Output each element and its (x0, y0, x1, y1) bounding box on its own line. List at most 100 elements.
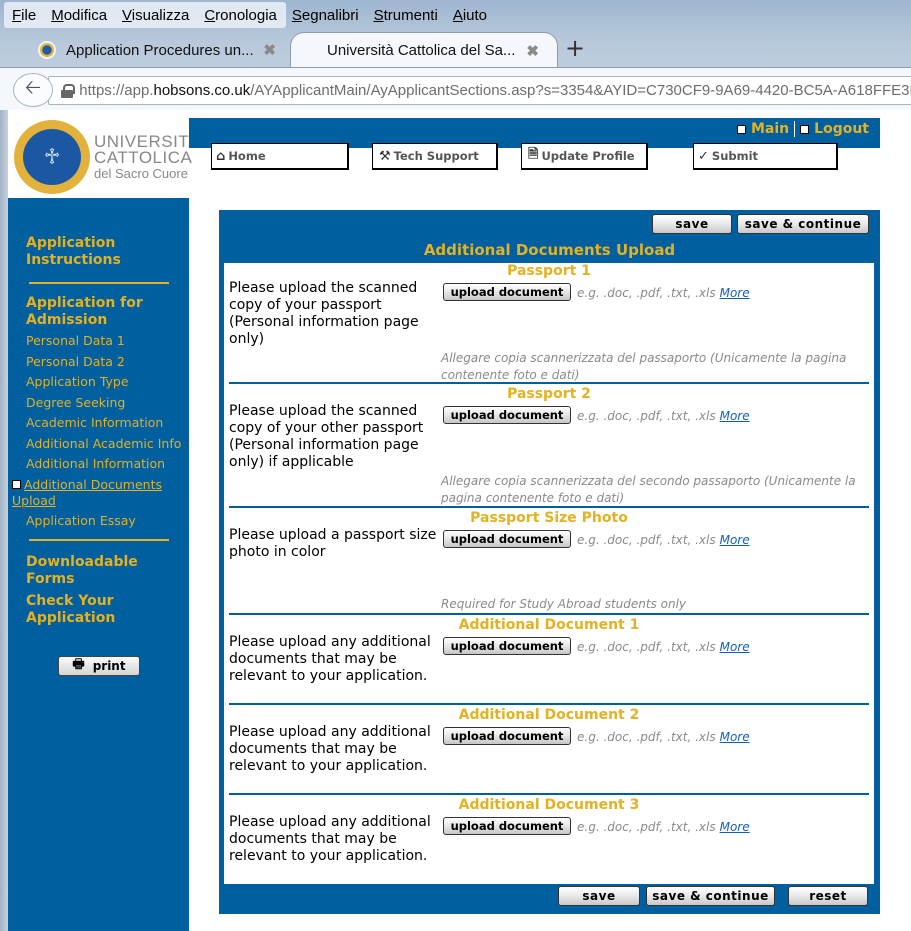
sidebar-item-academic-information[interactable]: Academic Information (26, 415, 163, 431)
current-page-bullet-icon (12, 480, 21, 489)
tab-strip: Application Procedures un... ✖ Universit… (0, 30, 911, 68)
more-link[interactable]: More (720, 286, 750, 300)
sidebar-application-instructions[interactable]: Application Instructions (26, 235, 176, 269)
upload-document-button[interactable]: upload document (443, 637, 571, 655)
sidebar-item-personal-data-1[interactable]: Personal Data 1 (26, 333, 125, 349)
upload-document-button[interactable]: upload document (443, 406, 571, 424)
home-icon: ⌂ (216, 148, 226, 164)
section-passport-1: Passport 1 Please upload the scanned cop… (229, 263, 869, 384)
top-save-button[interactable]: save (652, 214, 732, 234)
tech-support-button[interactable]: ⚒ Tech Support (372, 143, 498, 170)
sidebar-item-application-essay[interactable]: Application Essay (26, 513, 136, 529)
browser-chrome: File Modifica Visualizza Cronologia Segn… (0, 0, 911, 110)
home-button[interactable]: ⌂ Home (211, 143, 349, 170)
sidebar-item-additional-documents-upload[interactable]: Additional Documents Upload (12, 477, 187, 509)
bottom-save-continue-button[interactable]: save & continue (646, 886, 775, 906)
section-description: Please upload any additional documents t… (229, 814, 431, 864)
sidebar-item-additional-information[interactable]: Additional Information (26, 456, 165, 472)
upload-document-button[interactable]: upload document (443, 817, 571, 835)
printer-icon: 🖶 (72, 657, 85, 672)
tab-application-procedures[interactable]: Application Procedures un... ✖ (30, 32, 292, 68)
window-edge (0, 110, 8, 931)
reset-button[interactable]: reset (788, 886, 868, 906)
section-title: Passport Size Photo (470, 510, 628, 526)
more-link[interactable]: More (720, 730, 750, 744)
back-button[interactable]: 🡠 (13, 73, 53, 107)
url-bar[interactable]: https://app. hobsons.co.uk/AYApplicantMai… (48, 76, 911, 105)
document-icon: 🗎 (528, 147, 539, 162)
upload-document-button[interactable]: upload document (443, 283, 571, 301)
formats-text: e.g. .doc, .pdf, .txt, .xls (577, 409, 716, 423)
menu-visualizza[interactable]: Visualizza (122, 7, 189, 24)
section-title: Additional Document 1 (458, 617, 640, 633)
home-label: Home (228, 149, 266, 163)
logo-line-3: del Sacro Cuore (94, 166, 188, 181)
sidebar-item-degree-seeking[interactable]: Degree Seeking (26, 395, 125, 411)
main-bullet-icon (737, 124, 746, 134)
tab-universita-cattolica[interactable]: Università Cattolica del Sa... ✖ (290, 32, 558, 68)
formats-text: e.g. .doc, .pdf, .txt, .xls (577, 730, 716, 744)
section-additional-document-1: Additional Document 1 Please upload any … (229, 617, 869, 705)
page: ♱ UNIVERSITÀ CATTOLICA del Sacro Cuore A… (0, 110, 911, 931)
file-formats-hint: e.g. .doc, .pdf, .txt, .xls More (577, 730, 750, 744)
upload-document-button[interactable]: upload document (443, 530, 571, 548)
sidebar-current-label: Additional Documents Upload (12, 477, 162, 508)
more-link[interactable]: More (720, 409, 750, 423)
file-formats-hint: e.g. .doc, .pdf, .txt, .xls More (577, 533, 750, 547)
logo-text: UNIVERSITÀ CATTOLICA del Sacro Cuore (94, 133, 201, 182)
more-link[interactable]: More (720, 533, 750, 547)
submit-button[interactable]: ✓ Submit (693, 143, 838, 170)
tools-icon: ⚒ (379, 148, 391, 164)
menu-file[interactable]: File (12, 7, 36, 24)
formats-text: e.g. .doc, .pdf, .txt, .xls (577, 533, 716, 547)
update-profile-label: Update Profile (541, 149, 635, 163)
section-title: Additional Document 2 (458, 707, 640, 723)
tab-title: Application Procedures un... (66, 41, 254, 59)
more-link[interactable]: More (720, 820, 750, 834)
sidebar-item-additional-academic-info[interactable]: Additional Academic Info (26, 436, 181, 452)
menu-strumenti[interactable]: Strumenti (374, 7, 438, 24)
sidebar-item-personal-data-2[interactable]: Personal Data 2 (26, 354, 125, 370)
update-profile-button[interactable]: 🗎 Update Profile (521, 143, 648, 170)
sidebar-item-application-type[interactable]: Application Type (26, 374, 129, 390)
menu-segnalibri[interactable]: Segnalibri (292, 7, 359, 24)
section-description: Please upload any additional documents t… (229, 634, 431, 684)
tech-support-label: Tech Support (393, 149, 479, 163)
section-passport-2: Passport 2 Please upload the scanned cop… (229, 386, 869, 508)
sidebar-application-for-admission[interactable]: Application for Admission (26, 295, 176, 329)
more-link[interactable]: More (720, 640, 750, 654)
print-button[interactable]: 🖶 print (58, 656, 140, 676)
upload-panel: Passport 1 Please upload the scanned cop… (224, 263, 874, 884)
close-tab-icon[interactable]: ✖ (526, 42, 539, 60)
sidebar-downloadable-forms[interactable]: Downloadable Forms (26, 554, 176, 588)
menu-modifica[interactable]: Modifica (51, 7, 107, 24)
formats-text: e.g. .doc, .pdf, .txt, .xls (577, 640, 716, 654)
section-note: Required for Study Abroad students only (441, 597, 687, 611)
new-tab-button[interactable]: + (565, 34, 585, 62)
section-description: Please upload the scanned copy of your p… (229, 280, 419, 347)
sidebar-divider (29, 282, 169, 284)
section-passport-photo: Passport Size Photo Please upload a pass… (229, 510, 869, 615)
section-additional-document-2: Additional Document 2 Please upload any … (229, 707, 869, 795)
university-seal-icon: ♱ (14, 120, 90, 194)
navigation-bar: https://app. hobsons.co.uk/AYApplicantMai… (0, 67, 911, 110)
top-save-continue-button[interactable]: save & continue (737, 214, 869, 234)
university-logo[interactable]: ♱ UNIVERSITÀ CATTOLICA del Sacro Cuore (8, 118, 201, 196)
bottom-save-button[interactable]: save (558, 886, 640, 906)
main-link[interactable]: Main (751, 121, 789, 137)
section-title: Passport 1 (507, 263, 591, 279)
section-note: Allegare copia scannerizzata del passapo… (441, 351, 847, 382)
logo-line-2: CATTOLICA (94, 148, 193, 167)
file-formats-hint: e.g. .doc, .pdf, .txt, .xls More (577, 286, 750, 300)
menu-bar: File Modifica Visualizza Cronologia Segn… (4, 2, 487, 28)
file-formats-hint: e.g. .doc, .pdf, .txt, .xls More (577, 409, 750, 423)
section-note: Allegare copia scannerizzata del secondo… (441, 474, 856, 505)
sidebar: Application Instructions Application for… (8, 198, 189, 931)
menu-cronologia[interactable]: Cronologia (204, 7, 277, 24)
menu-aiuto[interactable]: Aiuto (453, 7, 487, 24)
close-tab-icon[interactable]: ✖ (263, 41, 276, 59)
upload-document-button[interactable]: upload document (443, 727, 571, 745)
sidebar-check-your-application[interactable]: Check Your Application (26, 593, 176, 627)
logout-link[interactable]: Logout (814, 121, 869, 137)
link-separator (794, 121, 796, 137)
